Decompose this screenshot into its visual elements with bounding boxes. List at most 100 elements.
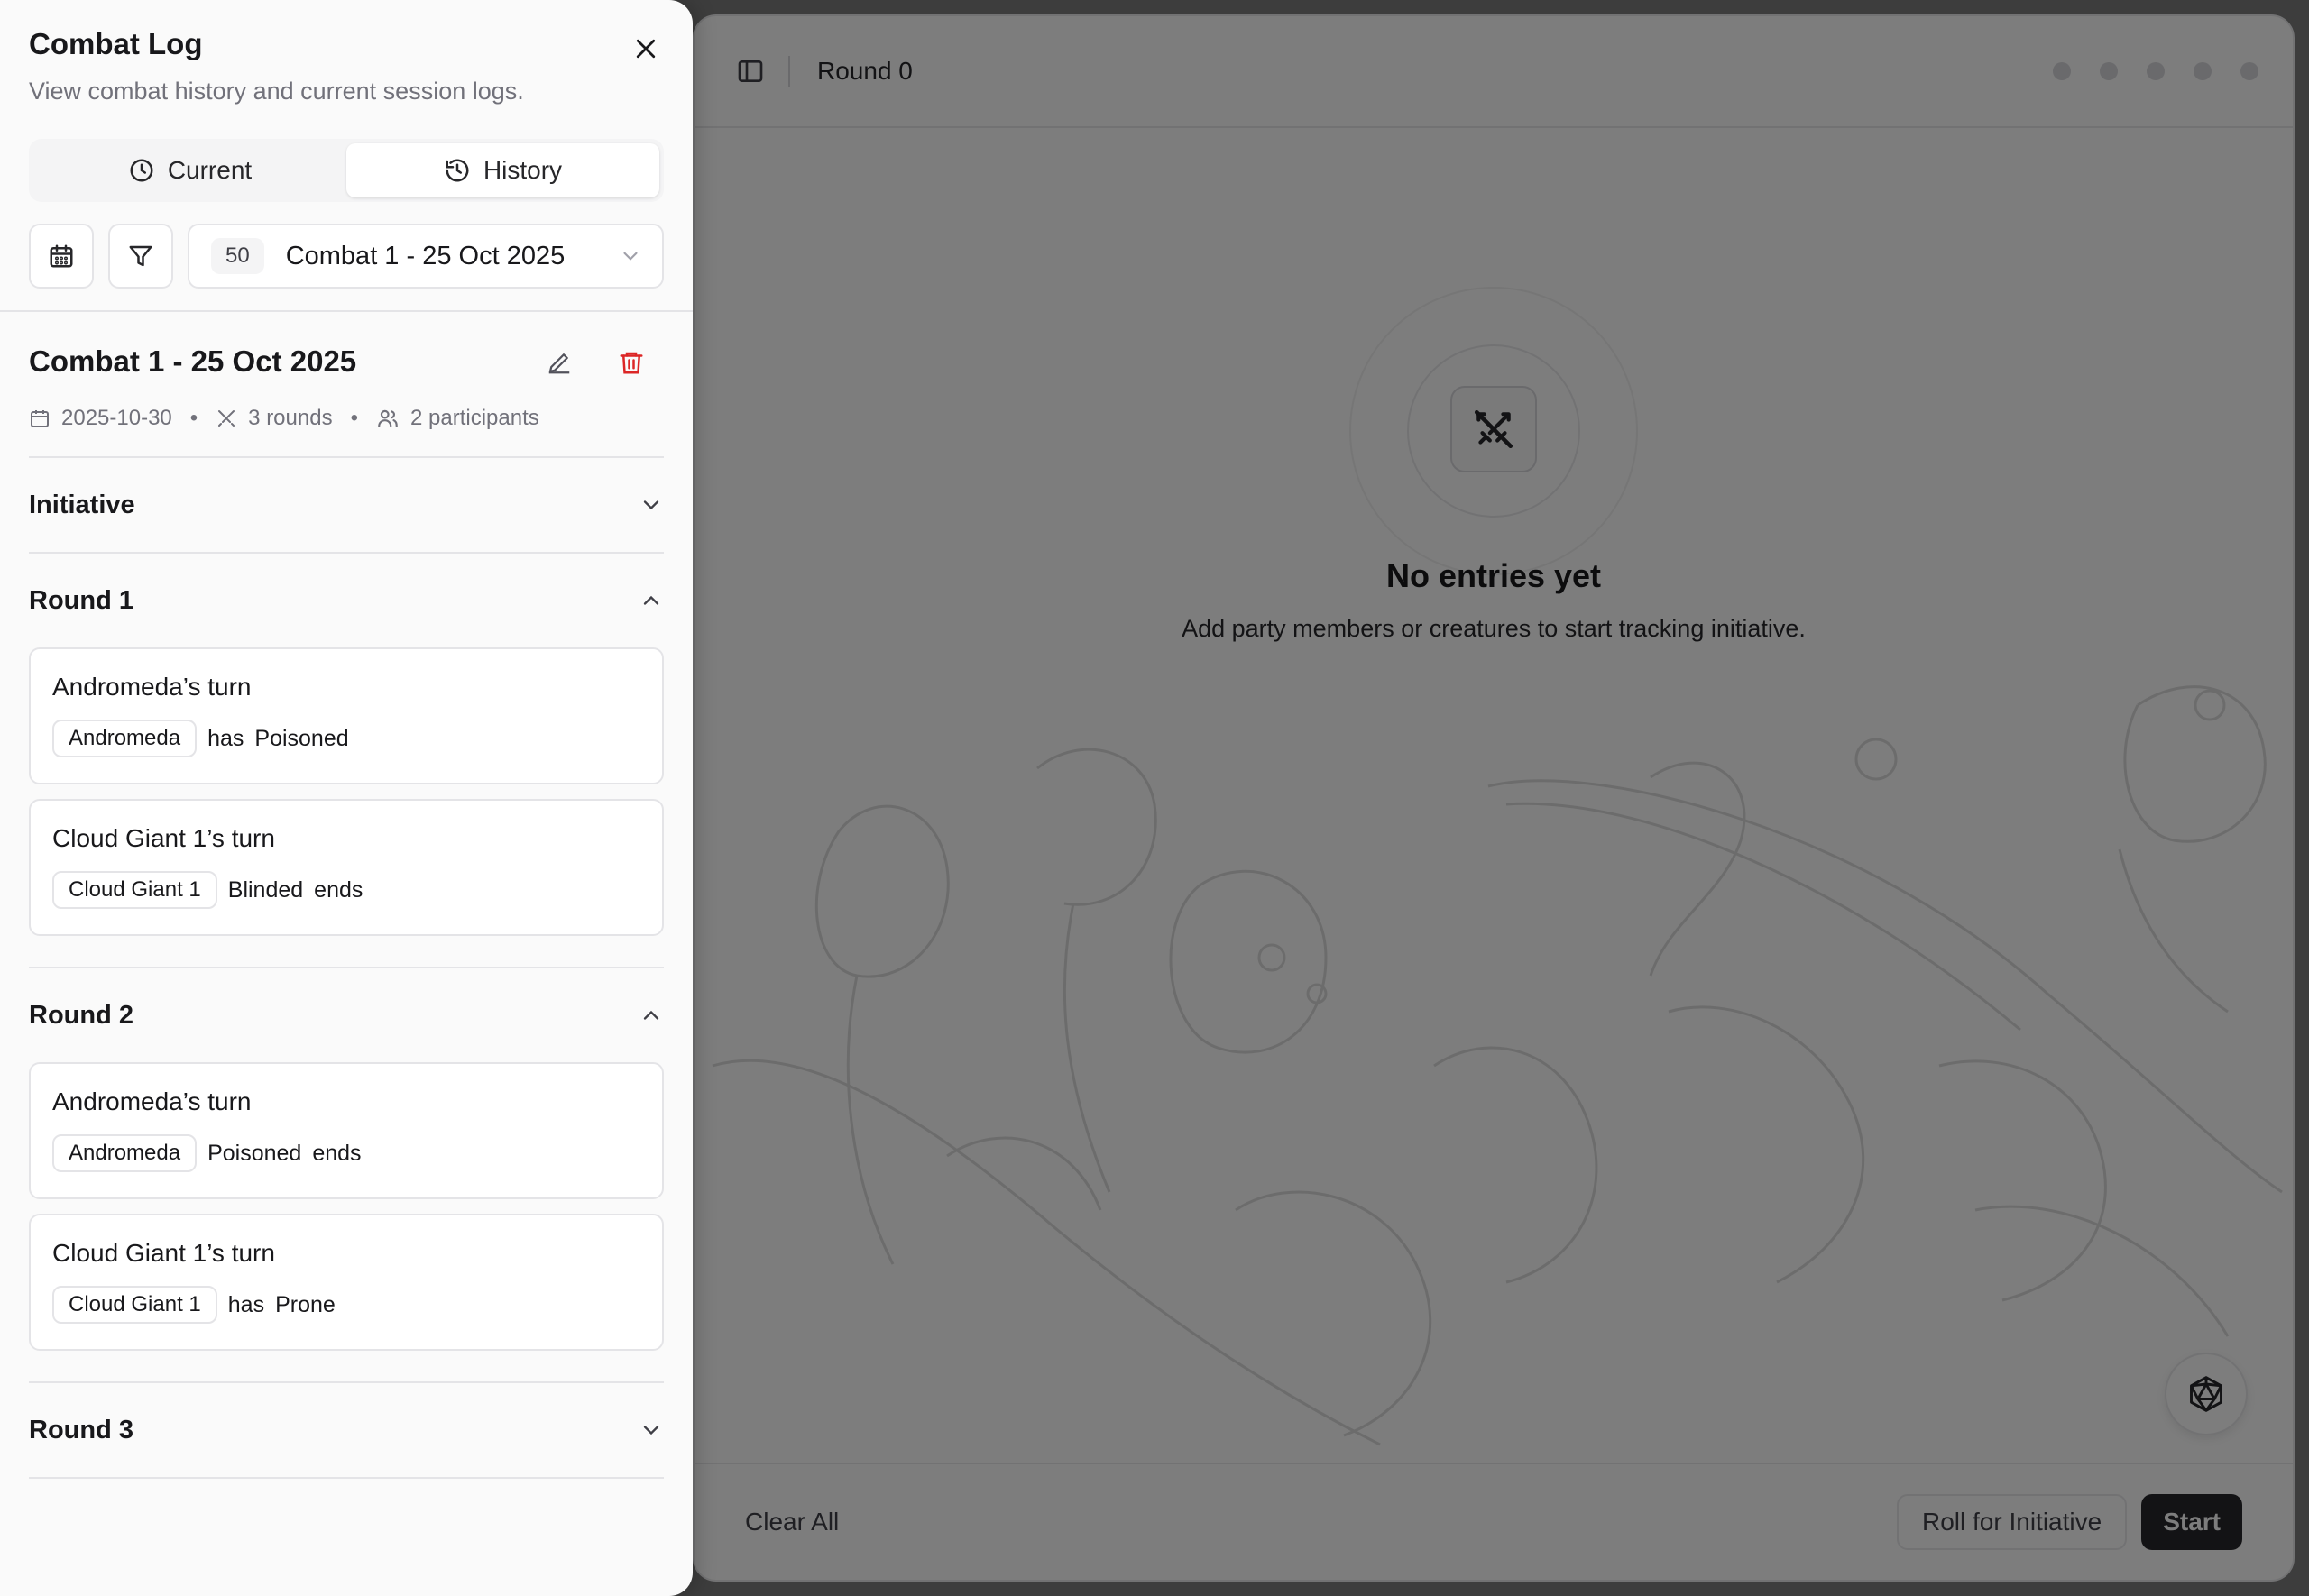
participant-chip: Andromeda: [52, 1134, 198, 1172]
footer-actions: Roll for Initiative Start: [1897, 1494, 2242, 1550]
status-dot: [2100, 62, 2118, 80]
condition-name: Poisoned: [207, 1140, 302, 1166]
chevron-up-icon: [643, 595, 659, 605]
status-dot: [2053, 62, 2071, 80]
combat-rounds: 3 rounds: [248, 406, 333, 430]
background-illustration: [712, 685, 2283, 1446]
filter-icon: [129, 245, 152, 267]
condition-name: Prone: [275, 1291, 336, 1317]
event-suffix: ends: [314, 876, 363, 903]
condition-name: Blinded: [227, 876, 304, 903]
clear-all-button[interactable]: Clear All: [745, 1508, 839, 1536]
section-initiative-header[interactable]: Initiative: [29, 458, 664, 552]
turn-event: Andromeda has Poisoned: [52, 720, 640, 757]
trash-icon: [620, 352, 643, 374]
participant-chip: Andromeda: [52, 720, 198, 757]
meta-separator: •: [350, 406, 358, 430]
log-tabs: Current History: [29, 139, 664, 202]
section-initiative: Initiative: [29, 456, 664, 552]
event-suffix: ends: [312, 1140, 362, 1166]
tab-current-label: Current: [167, 156, 253, 184]
turn-card: Andromeda’s turn Andromeda has Poisoned: [29, 647, 664, 784]
event-prefix: has: [227, 1291, 265, 1317]
turn-card: Andromeda’s turn Andromeda Poisoned ends: [29, 1062, 664, 1199]
sidebar-icon: [738, 60, 763, 82]
meta-separator: •: [189, 406, 198, 430]
section-round-2-header[interactable]: Round 2: [29, 968, 664, 1062]
filter-button[interactable]: [108, 224, 173, 289]
empty-subtitle: Add party members or creatures to start …: [1182, 615, 1806, 642]
panel-divider: [0, 310, 693, 312]
start-button[interactable]: Start: [2141, 1494, 2242, 1550]
section-round-1-header[interactable]: Round 1: [29, 554, 664, 647]
round-2-turns: Andromeda’s turn Andromeda Poisoned ends…: [29, 1062, 664, 1381]
tab-current[interactable]: Current: [33, 143, 346, 197]
section-round-1: Round 1 Andromeda’s turn Andromeda has P…: [29, 552, 664, 967]
accordion-end-divider: [29, 1477, 664, 1479]
event-prefix: has: [207, 725, 244, 751]
header-divider: [788, 56, 790, 87]
combat-meta: 2025-10-30 • 3 rounds • 2 participants: [29, 406, 539, 431]
roll-initiative-button[interactable]: Roll for Initiative: [1897, 1494, 2128, 1550]
calendar-icon: [50, 244, 73, 268]
combat-date: 2025-10-30: [61, 406, 172, 430]
combat-log-title: Combat 1 - 25 Oct 2025: [29, 344, 357, 378]
status-dot: [2240, 62, 2258, 80]
condition-name: Poisoned: [254, 725, 349, 751]
d20-icon: [2190, 1376, 2222, 1412]
chevron-down-icon: [619, 244, 642, 268]
round-1-turns: Andromeda’s turn Andromeda has Poisoned …: [29, 647, 664, 967]
turn-event: Cloud Giant 1 has Prone: [52, 1286, 640, 1324]
calendar-button[interactable]: [29, 224, 94, 289]
close-icon: [636, 39, 656, 59]
turn-event: Cloud Giant 1 Blinded ends: [52, 871, 640, 909]
tracker-footer: Clear All Roll for Initiative Start: [695, 1463, 2293, 1580]
turn-title: Cloud Giant 1’s turn: [52, 824, 275, 852]
initiative-tracker: Round 0 No entries yet Add party members…: [693, 14, 2295, 1582]
app-header: Round 0: [695, 16, 2293, 128]
status-dots: [2053, 62, 2258, 80]
section-round-2: Round 2 Andromeda’s turn Andromeda Poiso…: [29, 967, 664, 1381]
chevron-down-icon: [643, 500, 659, 510]
round-title: Round 0: [817, 57, 913, 85]
turn-card: Cloud Giant 1’s turn Cloud Giant 1 has P…: [29, 1214, 664, 1351]
participant-chip: Cloud Giant 1: [52, 1286, 217, 1324]
section-title: Round 3: [29, 1415, 133, 1445]
delete-button[interactable]: [612, 343, 651, 382]
clock-icon: [130, 159, 153, 182]
turn-event: Andromeda Poisoned ends: [52, 1134, 640, 1172]
section-round-3-header[interactable]: Round 3: [29, 1383, 664, 1477]
section-title: Round 2: [29, 1000, 133, 1030]
dice-roller-button[interactable]: [2165, 1353, 2248, 1435]
combat-select[interactable]: 50 Combat 1 - 25 Oct 2025: [188, 224, 664, 289]
close-button[interactable]: [628, 31, 664, 67]
participant-chip: Cloud Giant 1: [52, 871, 217, 909]
section-round-3: Round 3: [29, 1381, 664, 1477]
chevron-up-icon: [643, 1010, 659, 1020]
combat-participants: 2 participants: [409, 406, 539, 430]
combat-select-value: Combat 1 - 25 Oct 2025: [285, 241, 566, 271]
sidebar-toggle-button[interactable]: [729, 50, 772, 93]
combat-count-badge: 50: [211, 238, 264, 274]
combat-log-panel: Combat Log View combat history and curre…: [0, 0, 693, 1596]
empty-state-icon: [1450, 386, 1537, 472]
chevron-down-icon: [643, 1426, 659, 1435]
section-title: Round 1: [29, 585, 133, 615]
combat-log-accordion: Initiative Round 1 Andromeda’s turn Andr…: [29, 456, 664, 1479]
pencil-icon: [548, 353, 570, 374]
calendar-icon: [31, 410, 49, 427]
status-dot: [2147, 62, 2165, 80]
crossed-swords-icon: [218, 410, 235, 427]
turn-title: Andromeda’s turn: [52, 673, 252, 701]
edit-button[interactable]: [539, 343, 579, 382]
users-icon: [378, 409, 398, 427]
tab-history-label: History: [483, 156, 563, 184]
empty-title: No entries yet: [1385, 557, 1602, 594]
turn-card: Cloud Giant 1’s turn Cloud Giant 1 Blind…: [29, 799, 664, 936]
turn-title: Andromeda’s turn: [52, 1087, 252, 1115]
panel-title: Combat Log: [29, 27, 203, 60]
status-dot: [2194, 62, 2212, 80]
tab-history[interactable]: History: [346, 143, 659, 197]
section-title: Initiative: [29, 490, 135, 519]
history-toolbar: 50 Combat 1 - 25 Oct 2025: [29, 224, 664, 289]
